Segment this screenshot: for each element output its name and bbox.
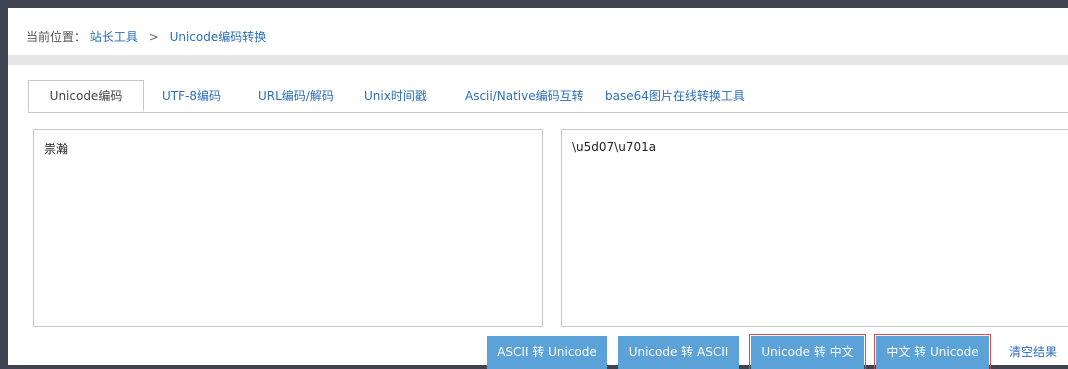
tab-url[interactable]: URL编码/解码 [258, 80, 334, 112]
input-text: 祟瀚 [44, 142, 69, 156]
unicode-to-chinese-button[interactable]: Unicode 转 中文 [749, 334, 866, 369]
tab-ascii-native[interactable]: Ascii/Native编码互转 [465, 80, 584, 112]
breadcrumb-current[interactable]: Unicode编码转换 [170, 30, 267, 44]
breadcrumb-link-tools[interactable]: 站长工具 [90, 30, 138, 44]
breadcrumb-prefix: 当前位置： [26, 30, 87, 44]
tab-bar: Unicode编码 UTF-8编码 URL编码/解码 Unix时间戳 Ascii… [28, 80, 1068, 113]
tab-unicode[interactable]: Unicode编码 [28, 80, 144, 112]
chinese-to-unicode-button[interactable]: 中文 转 Unicode [874, 334, 991, 369]
breadcrumb-separator: > [148, 30, 159, 44]
ascii-to-unicode-button[interactable]: ASCII 转 Unicode [487, 336, 607, 369]
unicode-to-ascii-button[interactable]: Unicode 转 ASCII [618, 336, 739, 369]
tab-unix-timestamp[interactable]: Unix时间戳 [364, 80, 427, 112]
tab-base64-image[interactable]: base64图片在线转换工具 [605, 80, 745, 112]
output-textarea[interactable]: \u5d07\u701a [561, 129, 1068, 327]
breadcrumb-divider-bar [8, 55, 1068, 65]
main-panel: 当前位置： 站长工具 > Unicode编码转换 Unicode编码 UTF-8… [8, 8, 1068, 369]
breadcrumb: 当前位置： 站长工具 > Unicode编码转换 [26, 28, 266, 45]
output-text: \u5d07\u701a [572, 140, 657, 154]
tab-utf8[interactable]: UTF-8编码 [162, 80, 221, 112]
clear-results-button[interactable]: 清空结果 [1009, 336, 1057, 369]
input-textarea[interactable]: 祟瀚 [33, 129, 543, 327]
